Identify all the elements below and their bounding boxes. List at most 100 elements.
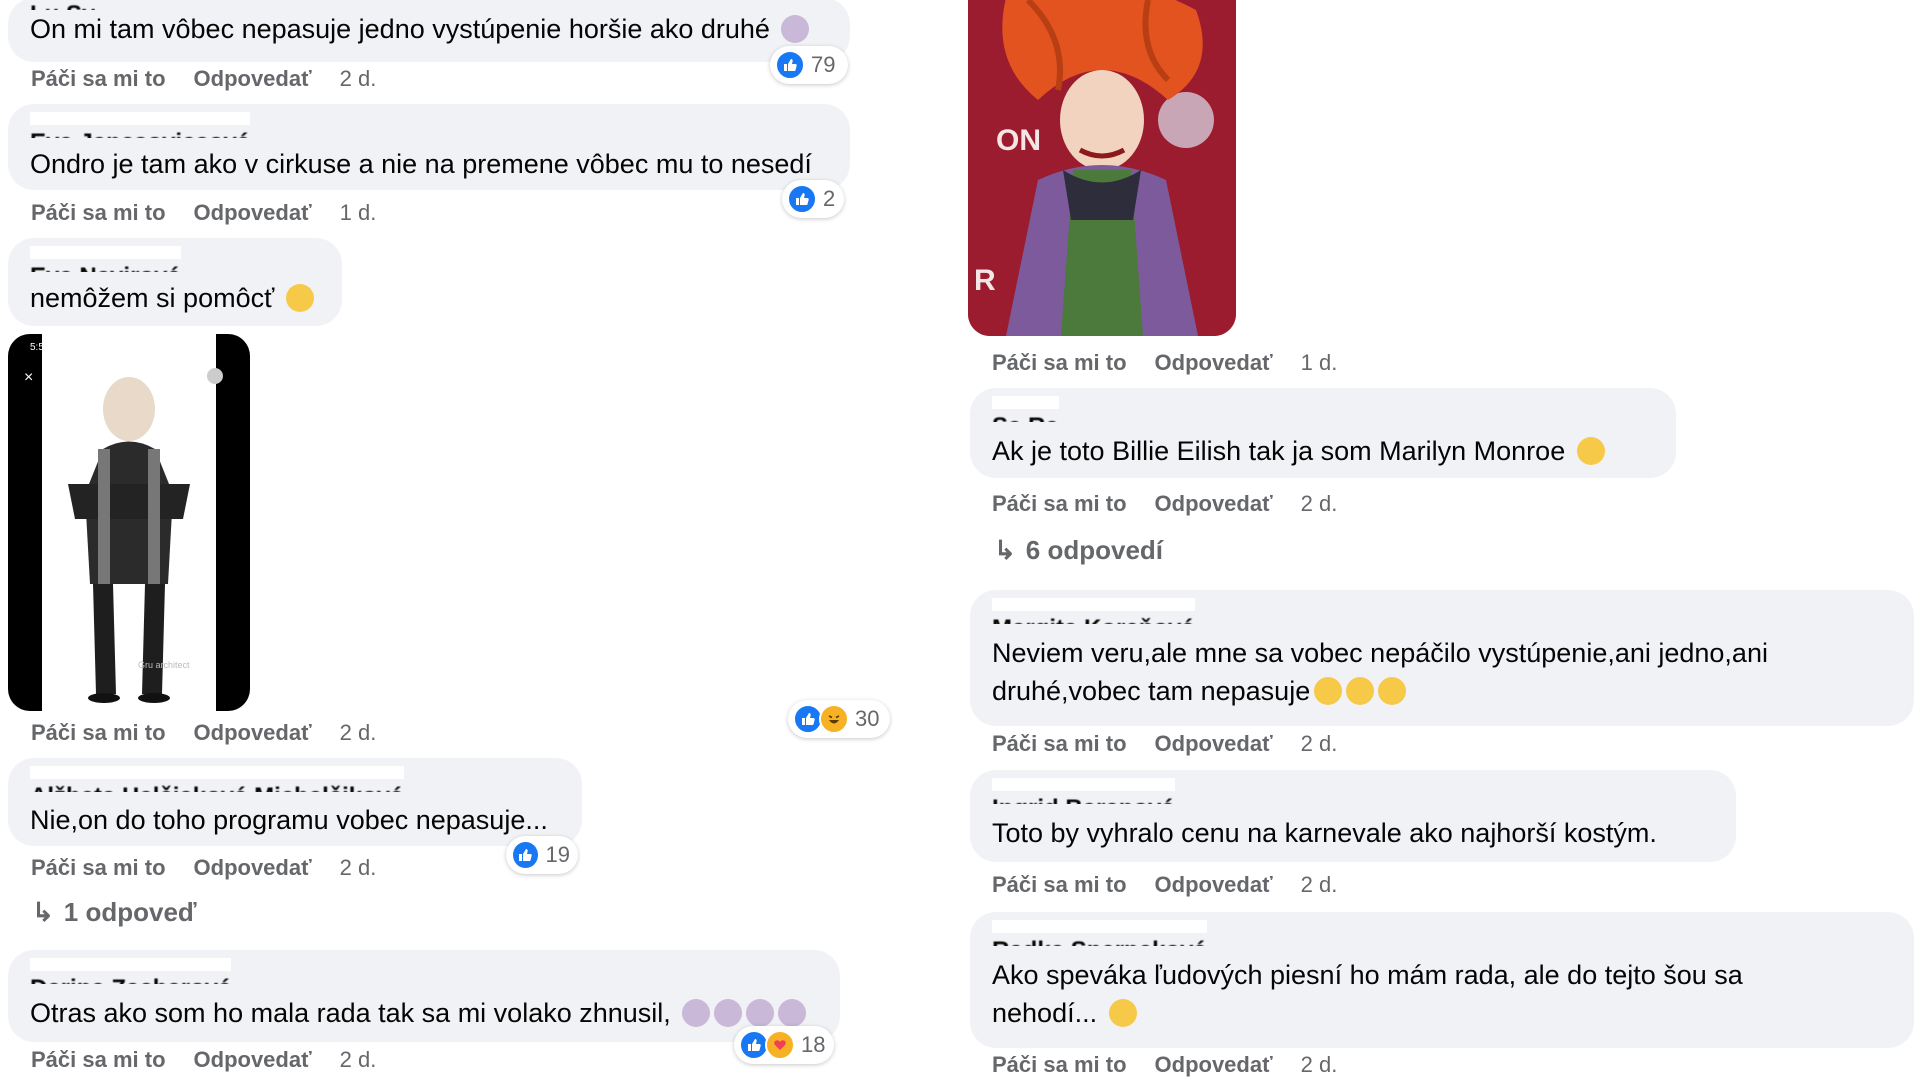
grimacing-icon	[1314, 677, 1343, 705]
comment-actions: Páči sa mi to Odpovedať 2 d.	[31, 1047, 376, 1073]
comment-actions: Páči sa mi to Odpovedať 2 d.	[992, 491, 1337, 517]
like-button[interactable]: Páči sa mi to	[992, 731, 1127, 757]
reply-arrow-icon: ↳	[994, 535, 1016, 565]
comment-actions: Páči sa mi to Odpovedať 2 d.	[31, 720, 376, 746]
woman-shrugging-icon	[781, 15, 810, 43]
like-button[interactable]: Páči sa mi to	[992, 1052, 1127, 1078]
reply-button[interactable]: Odpovedať	[194, 200, 312, 226]
comment-author[interactable]: Eva Jancsovicsová	[30, 112, 251, 138]
like-icon	[787, 184, 817, 214]
gru-illustration: 5:53 × Gru architect	[24, 334, 223, 711]
comment-author[interactable]: Alžbeta Halčiaková Michalčiková	[30, 766, 404, 792]
comment-time[interactable]: 2 d.	[340, 720, 377, 746]
reaction-count: 2	[823, 186, 836, 211]
reply-button[interactable]: Odpovedať	[1155, 491, 1273, 517]
comment-image-gru[interactable]: 5:53 × Gru architect	[8, 334, 250, 711]
reply-arrow-icon: ↳	[32, 897, 54, 927]
comment-bubble: Darina Zacharová Otras ako som ho mala r…	[8, 950, 840, 1042]
comment-actions: Páči sa mi to Odpovedať 1 d.	[31, 200, 376, 226]
close-icon: ×	[24, 369, 33, 386]
like-icon	[775, 50, 805, 80]
comment-bubble: Lu Sy On mi tam vôbec nepasuje jedno vys…	[8, 0, 850, 62]
comment-text: On mi tam vôbec nepasuje jedno vystúpeni…	[30, 10, 828, 48]
status-time: 5:53	[30, 342, 50, 353]
comment-text: Ako speváka ľudových piesní ho mám rada,…	[992, 960, 1743, 1028]
reaction-summary[interactable]: 30	[788, 700, 890, 738]
comment-image-costume[interactable]: ON R	[968, 0, 1236, 336]
like-button[interactable]: Páči sa mi to	[31, 200, 166, 226]
comment-bubble: Eva Navirová nemôžem si pomôcť	[8, 238, 342, 326]
comment-author[interactable]: Ingrid Baranová	[992, 778, 1175, 804]
comment-time[interactable]: 2 d.	[340, 855, 377, 881]
reply-button[interactable]: Odpovedať	[1155, 1052, 1273, 1078]
like-button[interactable]: Páči sa mi to	[31, 1047, 166, 1073]
reaction-summary[interactable]: 2	[782, 180, 844, 218]
grimacing-icon	[1346, 677, 1375, 705]
like-button[interactable]: Páči sa mi to	[992, 872, 1127, 898]
comment-actions: Páči sa mi to Odpovedať 2 d.	[992, 1052, 1337, 1078]
reply-button[interactable]: Odpovedať	[194, 720, 312, 746]
comment-bubble: Radka Spernaková Ako speváka ľudových pi…	[970, 912, 1914, 1048]
like-icon	[511, 840, 540, 870]
comment-text: Toto by vyhralo cenu na karnevale ako na…	[992, 818, 1657, 848]
comment-text: Otras ako som ho mala rada tak sa mi vol…	[30, 994, 818, 1032]
woman-gesturing-no-icon	[778, 999, 807, 1027]
comment-time[interactable]: 1 d.	[1301, 350, 1338, 376]
comment-bubble: Ingrid Baranová Toto by vyhralo cenu na …	[970, 770, 1736, 862]
comment-author[interactable]: Margita Koreňová	[992, 598, 1195, 624]
view-replies-link[interactable]: ↳ 1 odpoveď	[32, 897, 197, 928]
zany-face-icon	[1576, 437, 1605, 465]
reply-button[interactable]: Odpovedať	[1155, 350, 1273, 376]
reaction-summary[interactable]: 18	[734, 1026, 834, 1064]
reaction-summary[interactable]: 79	[770, 46, 848, 84]
comment-time[interactable]: 2 d.	[1301, 731, 1338, 757]
reaction-summary[interactable]: 19	[506, 836, 578, 874]
comment-actions: Páči sa mi to Odpovedať 2 d.	[31, 66, 376, 92]
like-button[interactable]: Páči sa mi to	[992, 491, 1127, 517]
comment-bubble: Eva Jancsovicsová Ondro je tam ako v cir…	[8, 104, 850, 190]
like-button[interactable]: Páči sa mi to	[992, 350, 1127, 376]
costume-photo: ON R	[968, 0, 1236, 336]
like-button[interactable]: Páči sa mi to	[31, 720, 166, 746]
left-comment-column: Lu Sy On mi tam vôbec nepasuje jedno vys…	[0, 0, 960, 1080]
reply-button[interactable]: Odpovedať	[1155, 731, 1273, 757]
reaction-count: 30	[855, 706, 880, 731]
woman-gesturing-no-icon	[682, 999, 711, 1027]
reaction-count: 18	[801, 1032, 826, 1057]
comment-time[interactable]: 2 d.	[1301, 1052, 1338, 1078]
grimacing-icon	[1378, 677, 1407, 705]
backdrop-text-2: R	[974, 264, 996, 297]
face-screaming-icon	[285, 284, 314, 312]
comment-bubble: Margita Koreňová Neviem veru,ale mne sa …	[970, 590, 1914, 726]
view-replies-link[interactable]: ↳ 6 odpovedí	[994, 535, 1163, 566]
comment-author[interactable]: Darina Zacharová	[30, 958, 232, 984]
comment-time[interactable]: 2 d.	[1301, 491, 1338, 517]
comment-author[interactable]: Radka Spernaková	[992, 920, 1207, 946]
comment-author[interactable]: Sa Ra	[992, 396, 1059, 422]
comment-text: Ondro je tam ako v cirkuse a nie na prem…	[30, 149, 812, 179]
reply-button[interactable]: Odpovedať	[194, 66, 312, 92]
like-button[interactable]: Páči sa mi to	[31, 66, 166, 92]
reaction-count: 79	[811, 52, 836, 77]
comment-bubble: Sa Ra Ak je toto Billie Eilish tak ja so…	[970, 388, 1676, 478]
care-icon	[765, 1030, 795, 1060]
smiling-face-icon	[1108, 999, 1137, 1027]
comment-author[interactable]: Lu Sy	[30, 0, 95, 10]
reply-button[interactable]: Odpovedať	[1155, 872, 1273, 898]
like-button[interactable]: Páči sa mi to	[31, 855, 166, 881]
right-comment-column: ON R 2 Páči sa mi toOdpovedať1 d. Sa Ra …	[960, 0, 1920, 1080]
comment-actions: Páči sa mi to Odpovedať 2 d.	[992, 872, 1337, 898]
backdrop-text: ON	[996, 124, 1041, 157]
comment-time[interactable]: 2 d.	[340, 66, 377, 92]
comment-actions: Páči sa mi to Odpovedať 2 d.	[992, 731, 1337, 757]
woman-gesturing-no-icon	[714, 999, 743, 1027]
comment-time[interactable]: 2 d.	[340, 1047, 377, 1073]
comment-author[interactable]: Eva Navirová	[30, 246, 181, 272]
comment-time[interactable]: 2 d.	[1301, 872, 1338, 898]
comment-actions: Páči sa mi to Odpovedať 1 d.	[992, 350, 1337, 376]
comment-text: Neviem veru,ale mne sa vobec nepáčilo vy…	[992, 638, 1768, 706]
image-watermark: Gru architect	[138, 660, 190, 670]
reply-button[interactable]: Odpovedať	[194, 1047, 312, 1073]
reply-button[interactable]: Odpovedať	[194, 855, 312, 881]
comment-time[interactable]: 1 d.	[340, 200, 377, 226]
